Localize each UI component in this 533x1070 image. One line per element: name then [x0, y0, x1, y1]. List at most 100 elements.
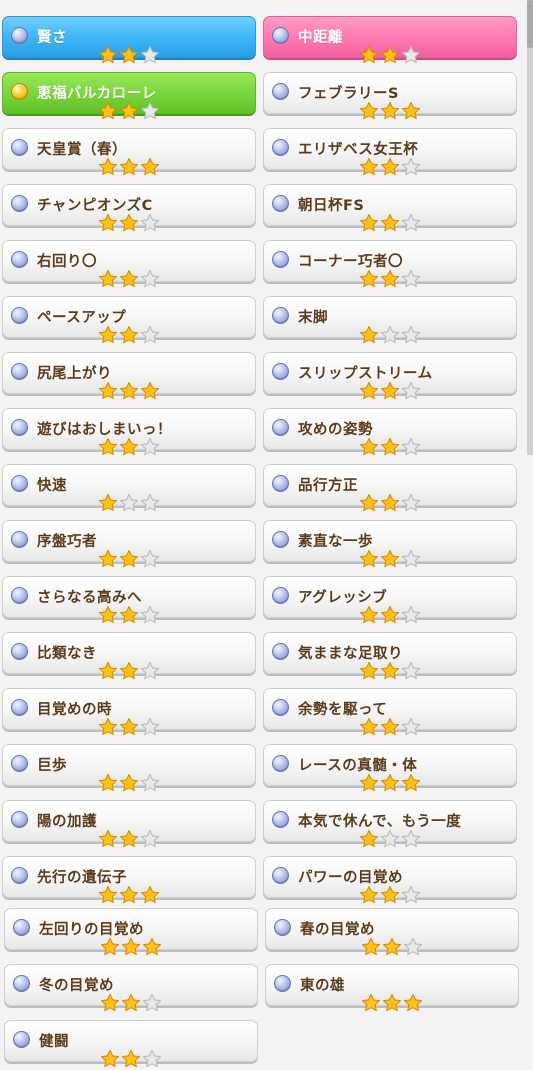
star-rating	[359, 325, 421, 345]
blue-circle-icon	[272, 475, 289, 492]
skill-card[interactable]: 余勢を駆って	[263, 688, 517, 736]
star-filled-icon	[119, 829, 139, 848]
blue-circle-icon	[11, 419, 28, 436]
skill-label: チャンピオンズC	[37, 198, 153, 214]
skill-card[interactable]: 気ままな足取り	[263, 632, 517, 680]
star-filled-icon	[119, 549, 139, 568]
skill-label: 右回り〇	[37, 254, 97, 270]
skill-card[interactable]: 素直な一歩	[263, 520, 517, 568]
skill-card[interactable]: 目覚めの時	[2, 688, 256, 736]
skill-card[interactable]: 末脚	[263, 296, 517, 344]
star-filled-icon	[359, 773, 379, 792]
star-rating	[361, 937, 423, 957]
skill-card[interactable]: コーナー巧者〇	[263, 240, 517, 288]
skill-card[interactable]: エリザベス女王杯	[263, 128, 517, 176]
skill-label: 末脚	[298, 310, 328, 326]
skill-label: 左回りの目覚め	[39, 922, 144, 938]
skill-card[interactable]: さらなる高みへ	[2, 576, 256, 624]
star-filled-icon	[119, 381, 139, 400]
star-filled-icon	[359, 381, 379, 400]
star-filled-icon	[380, 773, 400, 792]
star-empty-icon	[401, 381, 421, 400]
skill-label: エリザベス女王杯	[298, 142, 419, 158]
skill-card[interactable]: 先行の遺伝子	[2, 856, 256, 904]
skill-card[interactable]: 攻めの姿勢	[263, 408, 517, 456]
skill-card[interactable]: パワーの目覚め	[263, 856, 517, 904]
star-empty-icon	[140, 269, 160, 288]
star-rating	[359, 381, 421, 401]
star-rating	[98, 493, 160, 513]
scrollbar-thumb[interactable]	[527, 0, 533, 48]
blue-circle-icon	[11, 643, 28, 660]
skill-card[interactable]: 健闘	[4, 1020, 258, 1068]
skill-card[interactable]: 恵福バルカローレ	[2, 72, 256, 120]
star-filled-icon	[380, 661, 400, 680]
skill-card[interactable]: 遊びはおしまいっ！	[2, 408, 256, 456]
star-filled-icon	[98, 325, 118, 344]
blue-circle-icon	[272, 587, 289, 604]
skill-card[interactable]: 比類なき	[2, 632, 256, 680]
star-filled-icon	[382, 937, 402, 956]
skill-card[interactable]: 東の雄	[265, 964, 519, 1012]
skill-card[interactable]: 品行方正	[263, 464, 517, 512]
skill-card[interactable]: 天皇賞（春）	[2, 128, 256, 176]
star-rating	[359, 157, 421, 177]
skill-card[interactable]: 春の目覚め	[265, 908, 519, 956]
blue-circle-icon	[272, 531, 289, 548]
star-empty-icon	[119, 493, 139, 512]
skill-card[interactable]: 朝日杯FS	[263, 184, 517, 232]
skill-card[interactable]: チャンピオンズC	[2, 184, 256, 232]
star-filled-icon	[359, 885, 379, 904]
star-rating	[359, 269, 421, 289]
star-filled-icon	[140, 157, 160, 176]
skill-card[interactable]: 陽の加護	[2, 800, 256, 848]
star-filled-icon	[98, 381, 118, 400]
skill-card[interactable]: 本気で休んで、もう一度	[263, 800, 517, 848]
skill-card[interactable]: 序盤巧者	[2, 520, 256, 568]
skill-label: 気ままな足取り	[298, 646, 403, 662]
star-filled-icon	[380, 437, 400, 456]
skill-card[interactable]: 左回りの目覚め	[4, 908, 258, 956]
star-filled-icon	[380, 381, 400, 400]
skill-label: 恵福バルカローレ	[37, 86, 157, 102]
skill-card[interactable]: スリップストリーム	[263, 352, 517, 400]
star-filled-icon	[359, 661, 379, 680]
skill-label: さらなる高みへ	[37, 590, 142, 606]
skill-grid: 賢さ 中距離恵福バルカローレ フェブラリーS 天皇賞（春） エリザベス女王杯チャンピオン…	[0, 0, 533, 1070]
skill-label: 冬の目覚め	[39, 978, 114, 994]
skill-card[interactable]: 賢さ	[2, 16, 256, 64]
blue-circle-icon	[272, 139, 289, 156]
star-filled-icon	[380, 213, 400, 232]
skill-card[interactable]: アグレッシブ	[263, 576, 517, 624]
blue-circle-icon	[272, 419, 289, 436]
star-filled-icon	[359, 269, 379, 288]
star-rating	[98, 157, 160, 177]
skill-card[interactable]: ペースアップ	[2, 296, 256, 344]
star-empty-icon	[401, 661, 421, 680]
blue-circle-icon	[272, 643, 289, 660]
star-empty-icon	[140, 325, 160, 344]
skill-label: 朝日杯FS	[298, 198, 365, 214]
skill-card[interactable]: 右回り〇	[2, 240, 256, 288]
skill-card[interactable]: 快速	[2, 464, 256, 512]
skill-card[interactable]: 中距離	[263, 16, 517, 64]
skill-label: 遊びはおしまいっ！	[37, 422, 172, 438]
star-filled-icon	[100, 1049, 120, 1068]
star-filled-icon	[382, 993, 402, 1012]
skill-label: スリップストリーム	[298, 366, 433, 382]
blue-circle-icon	[13, 919, 30, 936]
star-filled-icon	[119, 325, 139, 344]
skill-label: 目覚めの時	[37, 702, 112, 718]
star-filled-icon	[359, 493, 379, 512]
star-filled-icon	[98, 773, 118, 792]
skill-card[interactable]: 巨歩	[2, 744, 256, 792]
star-rating	[361, 993, 423, 1013]
skill-card[interactable]: 尻尾上がり	[2, 352, 256, 400]
star-filled-icon	[98, 45, 118, 64]
skill-card[interactable]: フェブラリーS	[263, 72, 517, 120]
star-rating	[98, 437, 160, 457]
skill-card[interactable]: レースの真髄・体	[263, 744, 517, 792]
blue-circle-icon	[272, 251, 289, 268]
skill-card[interactable]: 冬の目覚め	[4, 964, 258, 1012]
scrollbar-track[interactable]	[527, 0, 533, 455]
